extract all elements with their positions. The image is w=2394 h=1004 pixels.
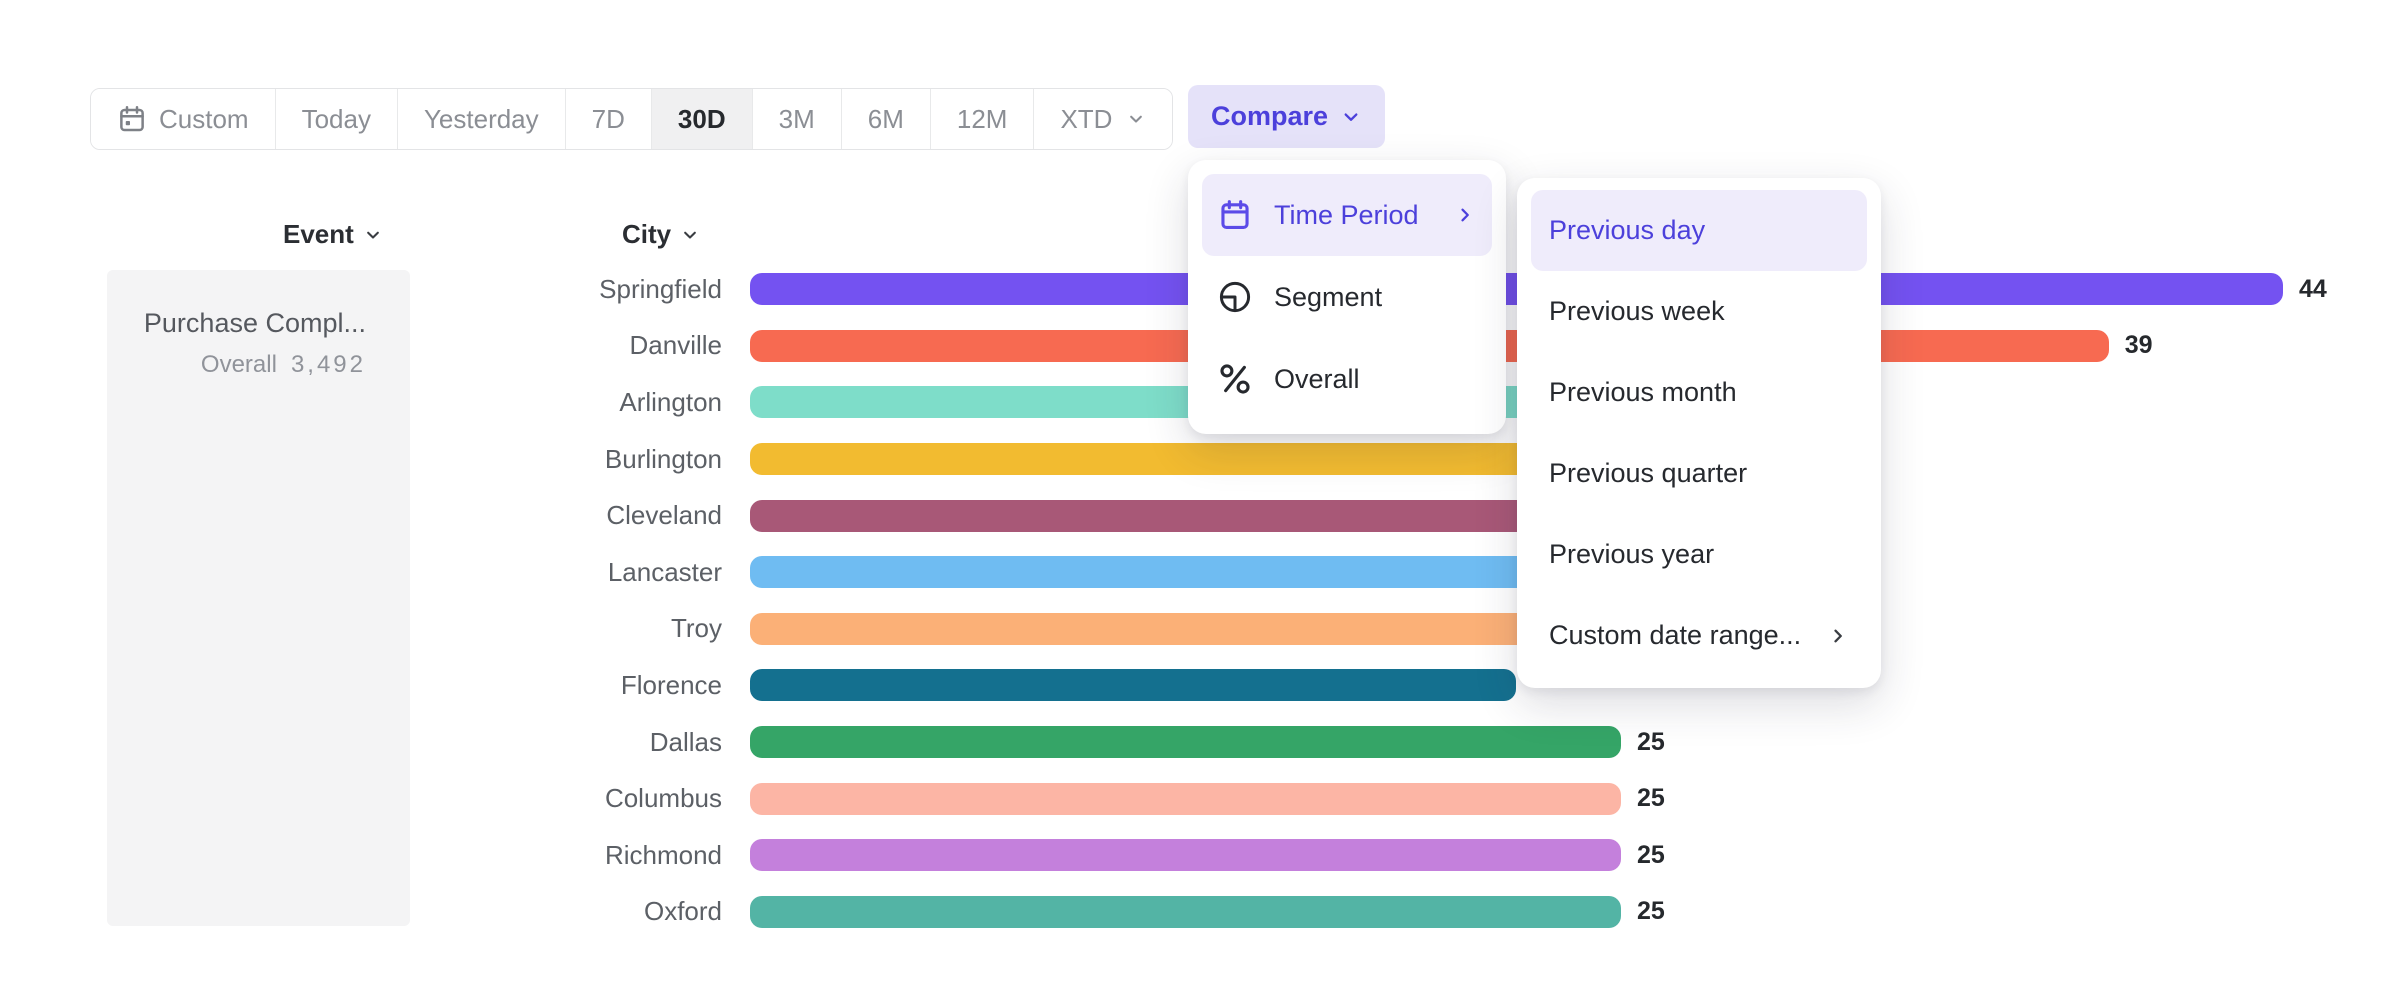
chart-row-richmond: Richmond 25	[0, 827, 2394, 884]
segment-label: 12M	[957, 104, 1008, 135]
segment-label: 30D	[678, 104, 726, 135]
chevron-down-icon	[1126, 109, 1146, 129]
compare-menu-item-time-period[interactable]: Time Period	[1202, 174, 1492, 256]
chevron-down-icon	[1340, 106, 1362, 128]
time-period-submenu: Previous day Previous week Previous month P…	[1517, 178, 1881, 688]
percent-icon	[1218, 362, 1252, 396]
event-column-header-label: Event	[283, 219, 354, 250]
submenu-item-label: Previous week	[1549, 296, 1725, 327]
compare-button-label: Compare	[1211, 101, 1328, 132]
city-column-header-label: City	[622, 219, 671, 250]
calendar-dot-icon	[117, 104, 147, 134]
menu-item-label: Overall	[1274, 364, 1360, 395]
category-label: Danville	[0, 330, 750, 361]
segment-label: Yesterday	[424, 104, 539, 135]
submenu-item-previous-year[interactable]: Previous year	[1531, 514, 1867, 595]
chart-row-troy: Troy26	[0, 601, 2394, 658]
category-label: Cleveland	[0, 500, 750, 531]
segment-label: Custom	[159, 104, 249, 135]
date-range-segment-xtd[interactable]: XTD	[1034, 89, 1172, 149]
submenu-item-previous-quarter[interactable]: Previous quarter	[1531, 433, 1867, 514]
chart-row-burlington: Burlington29	[0, 431, 2394, 488]
chart-row-florence: Florence22	[0, 657, 2394, 714]
submenu-item-label: Custom date range...	[1549, 620, 1801, 651]
menu-item-label: Time Period	[1274, 200, 1419, 231]
chart-row-dallas: Dallas 25	[0, 714, 2394, 771]
event-column-header[interactable]: Event	[283, 219, 383, 250]
analytics-report: Custom Today Yesterday 7D 30D 3M 6M 12M XTD Comp…	[0, 0, 2394, 1004]
submenu-item-previous-month[interactable]: Previous month	[1531, 352, 1867, 433]
bar-columbus[interactable]	[750, 783, 1621, 815]
category-label: Lancaster	[0, 557, 750, 588]
date-range-segment-30d[interactable]: 30D	[652, 89, 753, 149]
chart-row-lancaster: Lancaster27	[0, 544, 2394, 601]
compare-menu-item-segment[interactable]: Segment	[1202, 256, 1492, 338]
bar-value: 44	[2299, 275, 2327, 304]
bar-oxford[interactable]	[750, 896, 1621, 928]
submenu-item-label: Previous year	[1549, 539, 1714, 570]
date-range-segment-today[interactable]: Today	[276, 89, 398, 149]
date-range-segment-6m[interactable]: 6M	[842, 89, 931, 149]
date-range-segment-3m[interactable]: 3M	[753, 89, 842, 149]
city-column-header[interactable]: City	[622, 219, 700, 250]
date-range-toolbar: Custom Today Yesterday 7D 30D 3M 6M 12M XTD	[90, 88, 1173, 150]
chevron-right-icon	[1454, 204, 1476, 226]
submenu-item-previous-week[interactable]: Previous week	[1531, 271, 1867, 352]
segment-label: 3M	[779, 104, 815, 135]
bar-value: 39	[2125, 331, 2153, 360]
date-range-segment-yesterday[interactable]: Yesterday	[398, 89, 566, 149]
bar-richmond[interactable]	[750, 839, 1621, 871]
chevron-right-icon	[1827, 625, 1849, 647]
category-label: Arlington	[0, 387, 750, 418]
compare-button[interactable]: Compare	[1188, 85, 1385, 148]
date-range-segment-7d[interactable]: 7D	[566, 89, 652, 149]
bar-value: 25	[1637, 897, 1665, 926]
segment-label: 7D	[592, 104, 625, 135]
bar-florence[interactable]	[750, 669, 1516, 701]
category-label: Columbus	[0, 783, 750, 814]
bar-value: 25	[1637, 784, 1665, 813]
chart-row-oxford: Oxford 25	[0, 884, 2394, 941]
chevron-down-icon	[680, 225, 700, 245]
category-label: Richmond	[0, 840, 750, 871]
segment-label: 6M	[868, 104, 904, 135]
chart-row-cleveland: Cleveland28	[0, 487, 2394, 544]
category-label: Springfield	[0, 274, 750, 305]
compare-menu: Time Period Segment Overall	[1188, 160, 1506, 434]
menu-item-label: Segment	[1274, 282, 1382, 313]
category-label: Burlington	[0, 444, 750, 475]
segment-label: XTD	[1060, 104, 1112, 135]
category-label: Dallas	[0, 727, 750, 758]
submenu-item-label: Previous quarter	[1549, 458, 1747, 489]
submenu-item-label: Previous day	[1549, 215, 1705, 246]
submenu-item-label: Previous month	[1549, 377, 1737, 408]
date-range-segment-custom[interactable]: Custom	[91, 89, 276, 149]
segment-icon	[1218, 280, 1252, 314]
segment-label: Today	[302, 104, 371, 135]
date-range-segment-12m[interactable]: 12M	[931, 89, 1035, 149]
category-label: Oxford	[0, 896, 750, 927]
chevron-down-icon	[363, 225, 383, 245]
chart-row-columbus: Columbus 25	[0, 770, 2394, 827]
category-label: Troy	[0, 613, 750, 644]
calendar-icon	[1218, 198, 1252, 232]
compare-menu-item-overall[interactable]: Overall	[1202, 338, 1492, 420]
bar-dallas[interactable]	[750, 726, 1621, 758]
category-label: Florence	[0, 670, 750, 701]
bar-value: 25	[1637, 728, 1665, 757]
submenu-item-custom-date-range[interactable]: Custom date range...	[1531, 595, 1867, 676]
bar-value: 25	[1637, 841, 1665, 870]
submenu-item-previous-day[interactable]: Previous day	[1531, 190, 1867, 271]
